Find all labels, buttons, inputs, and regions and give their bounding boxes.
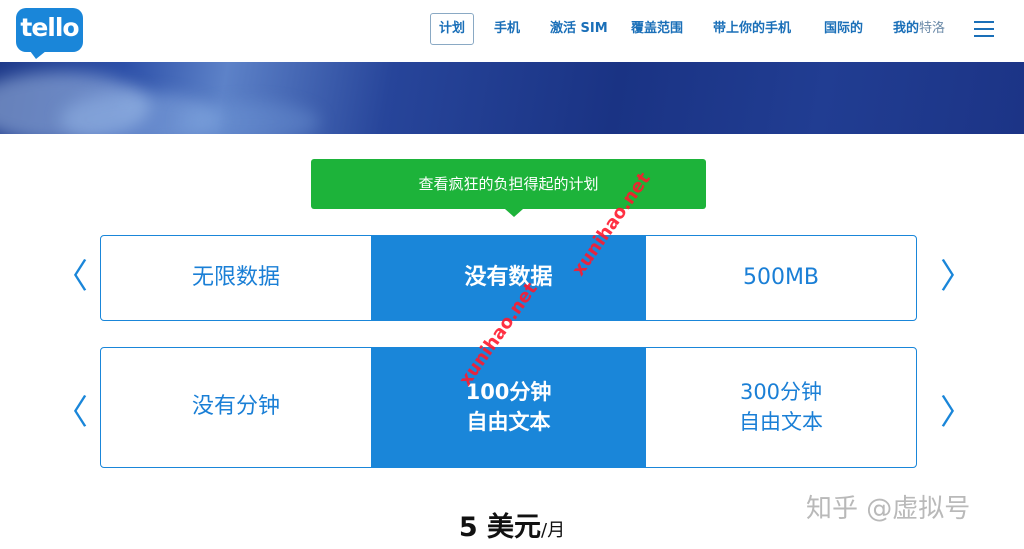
tello-logo[interactable]: tello	[16, 8, 83, 59]
nav-plans[interactable]: 计划	[430, 13, 475, 45]
hamburger-menu-icon[interactable]	[974, 21, 994, 37]
price-period: /月	[541, 520, 566, 541]
nav-my-suffix: 特洛	[919, 21, 946, 36]
minutes-option-100[interactable]: 100分钟 自由文本	[371, 348, 646, 467]
minutes-prev-arrow-icon[interactable]: 〈	[54, 393, 88, 433]
nav-activate-sim[interactable]: 激活 SIM	[550, 13, 608, 45]
data-option-unlimited[interactable]: 无限数据	[101, 236, 371, 320]
logo-text: tello	[20, 13, 79, 42]
zhihu-credit-watermark: 知乎 @虚拟号	[806, 494, 971, 524]
nav-international[interactable]: 国际的	[824, 13, 863, 45]
minutes-option-none[interactable]: 没有分钟	[101, 348, 371, 467]
minutes-option-line2: 自由文本	[739, 409, 823, 434]
top-header: tello 计划 手机 激活 SIM 覆盖范围 带上你的手机 国际的 我的特洛	[0, 0, 1024, 62]
data-option-500mb[interactable]: 500MB	[646, 236, 916, 320]
minutes-option-300[interactable]: 300分钟 自由文本	[646, 348, 916, 467]
nav-phones[interactable]: 手机	[494, 13, 520, 45]
minutes-option-line1: 100分钟	[465, 380, 552, 405]
data-next-arrow-icon[interactable]: 〉	[940, 257, 974, 297]
data-option-label: 无限数据	[191, 264, 280, 290]
nav-coverage[interactable]: 覆盖范围	[631, 13, 683, 45]
minutes-option-line1: 300分钟	[739, 380, 823, 405]
nav-my-tello[interactable]: 我的特洛	[893, 13, 945, 45]
data-prev-arrow-icon[interactable]: 〈	[54, 257, 88, 297]
price-amount: 5 美元	[458, 512, 542, 543]
nav-bring-your-phone[interactable]: 带上你的手机	[713, 13, 791, 45]
minutes-option-line2: 自由文本	[466, 409, 551, 434]
hero-banner	[0, 62, 1024, 134]
data-option-label: 500MB	[742, 264, 820, 290]
minutes-next-arrow-icon[interactable]: 〉	[940, 393, 974, 433]
minutes-option-line1: 没有分钟	[191, 394, 280, 420]
nav-my-label: 我的	[893, 21, 920, 36]
minutes-plan-selector: 没有分钟 100分钟 自由文本 300分钟 自由文本	[100, 347, 917, 468]
